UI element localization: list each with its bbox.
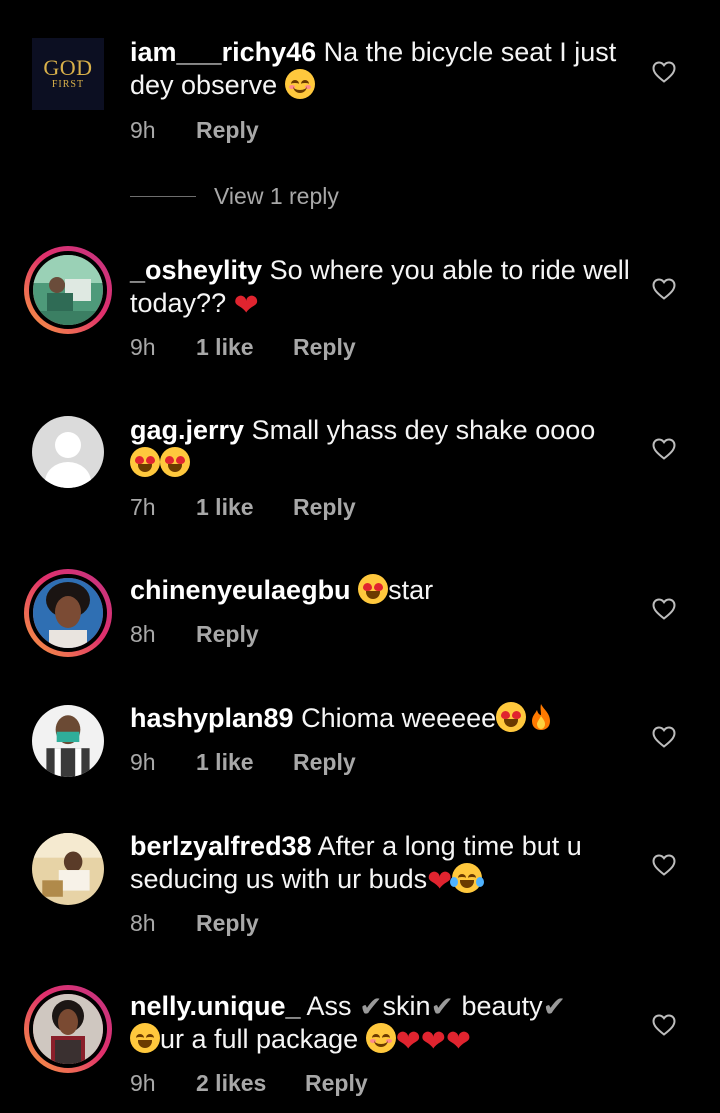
default-avatar-icon [32,416,104,488]
fire-emoji [526,702,556,732]
comment-meta: 8h Reply [130,909,259,937]
red-heart-emoji: ❤ [427,865,453,898]
comment-username[interactable]: hashyplan89 [130,703,294,733]
comment-likes[interactable]: 1 like [196,748,293,776]
avatar-image [32,705,104,777]
comment-username[interactable]: _osheylity [130,255,262,285]
avatar-logo-text: GOD [43,55,93,80]
avatar-photo [32,833,104,905]
avatar-image [29,990,107,1068]
avatar-photo [33,255,103,325]
avatar[interactable] [24,408,112,496]
comment-meta: 7h 1 like Reply [130,493,356,521]
reply-button[interactable]: Reply [305,1069,368,1097]
heart-eyes-emoji [496,702,527,732]
avatar[interactable] [24,569,112,657]
red-heart-emoji: ❤ [233,289,259,322]
comment-body: star [388,575,434,605]
heart-outline-icon[interactable] [652,438,676,460]
smiling-face-emoji [284,69,315,99]
comment-time: 8h [130,621,156,647]
heart-outline-icon[interactable] [652,1014,676,1036]
comment-time: 9h [130,1070,156,1096]
reply-button[interactable]: Reply [293,333,356,361]
smiling-face-with-hearts-emoji [365,1023,396,1053]
red-heart-emoji: ❤ [420,1025,446,1058]
comment-text: iam___richy46 Na the bicycle seat I just… [130,36,630,102]
comment-username[interactable]: chinenyeulaegbu [130,575,351,605]
avatar[interactable] [24,246,112,334]
comment-meta: 8h Reply [130,620,259,648]
comment-time: 9h [130,334,156,360]
heart-outline-icon[interactable] [652,598,676,620]
weary-face-emoji [130,1023,160,1053]
comment-username[interactable]: berlzyalfred38 [130,831,312,861]
avatar[interactable] [24,825,112,913]
avatar-image [32,833,104,905]
heart-outline-icon[interactable] [652,726,676,748]
replies-divider [130,196,196,197]
comment-likes[interactable]: 1 like [196,333,293,361]
reply-button[interactable]: Reply [293,493,356,521]
heart-eyes-emoji [130,447,160,477]
reply-button[interactable]: Reply [196,620,259,648]
avatar-photo [33,578,103,648]
heart-eyes-emoji [160,447,190,477]
comment-body: Small yhass dey shake oooo [244,415,596,445]
comment-time: 9h [130,749,156,775]
avatar[interactable] [24,985,112,1073]
avatar[interactable] [24,697,112,785]
comment-username[interactable]: gag.jerry [130,415,244,445]
heart-eyes-emoji [358,574,389,604]
avatar-image [29,251,107,329]
avatar-logo-subtext: FIRST [51,79,85,90]
avatar-photo [33,994,103,1064]
comment-text: berlzyalfred38 After a long time but u s… [130,830,630,897]
avatar-image [29,574,107,652]
check-mark-emoji: ✔ [430,991,455,1022]
avatar-photo [32,705,104,777]
reply-button[interactable]: Reply [196,909,259,937]
comment-body: Ass [300,991,360,1021]
comment-text: gag.jerry Small yhass dey shake oooo [130,414,630,480]
check-mark-emoji: ✔ [359,991,383,1022]
heart-outline-icon[interactable] [652,61,676,83]
comment-meta: 9h 1 like Reply [130,333,356,361]
reply-button[interactable]: Reply [196,116,259,144]
comment-likes[interactable]: 1 like [196,493,293,521]
comment-body: ur a full package [160,1024,366,1054]
view-replies-button[interactable]: View 1 reply [130,183,339,210]
comment-body: Chioma weeeee [293,703,497,733]
comment-time: 8h [130,910,156,936]
comment-text: chinenyeulaegbu star [130,574,630,607]
comment-username[interactable]: nelly.unique_ [130,991,301,1021]
reply-button[interactable]: Reply [293,748,356,776]
comment-meta: 9h 2 likes Reply [130,1069,368,1097]
avatar[interactable]: GOD FIRST [24,30,112,118]
heart-outline-icon[interactable] [652,854,676,876]
comment-username[interactable]: iam___richy46 [130,37,316,67]
comment-meta: 9h Reply [130,116,259,144]
view-replies-label: View 1 reply [214,183,339,209]
comment-body: skin [382,991,431,1021]
comment-meta: 9h 1 like Reply [130,748,356,776]
heart-outline-icon[interactable] [652,278,676,300]
comment-time: 9h [130,117,156,143]
red-heart-emoji: ❤ [445,1025,472,1058]
comment-text: nelly.unique_ Ass ✔skin✔ beauty✔ ur a fu… [130,990,630,1057]
comment-likes[interactable]: 2 likes [196,1069,305,1097]
red-heart-emoji: ❤ [395,1025,421,1058]
comment-time: 7h [130,494,156,520]
check-mark-emoji: ✔ [542,991,567,1022]
avatar-image: GOD FIRST [32,38,104,110]
joy-emoji [450,863,485,893]
comment-body: beauty [454,991,543,1021]
comment-text: hashyplan89 Chioma weeeee [130,702,630,735]
comment-text: _osheylity So where you able to ride wel… [130,254,630,321]
